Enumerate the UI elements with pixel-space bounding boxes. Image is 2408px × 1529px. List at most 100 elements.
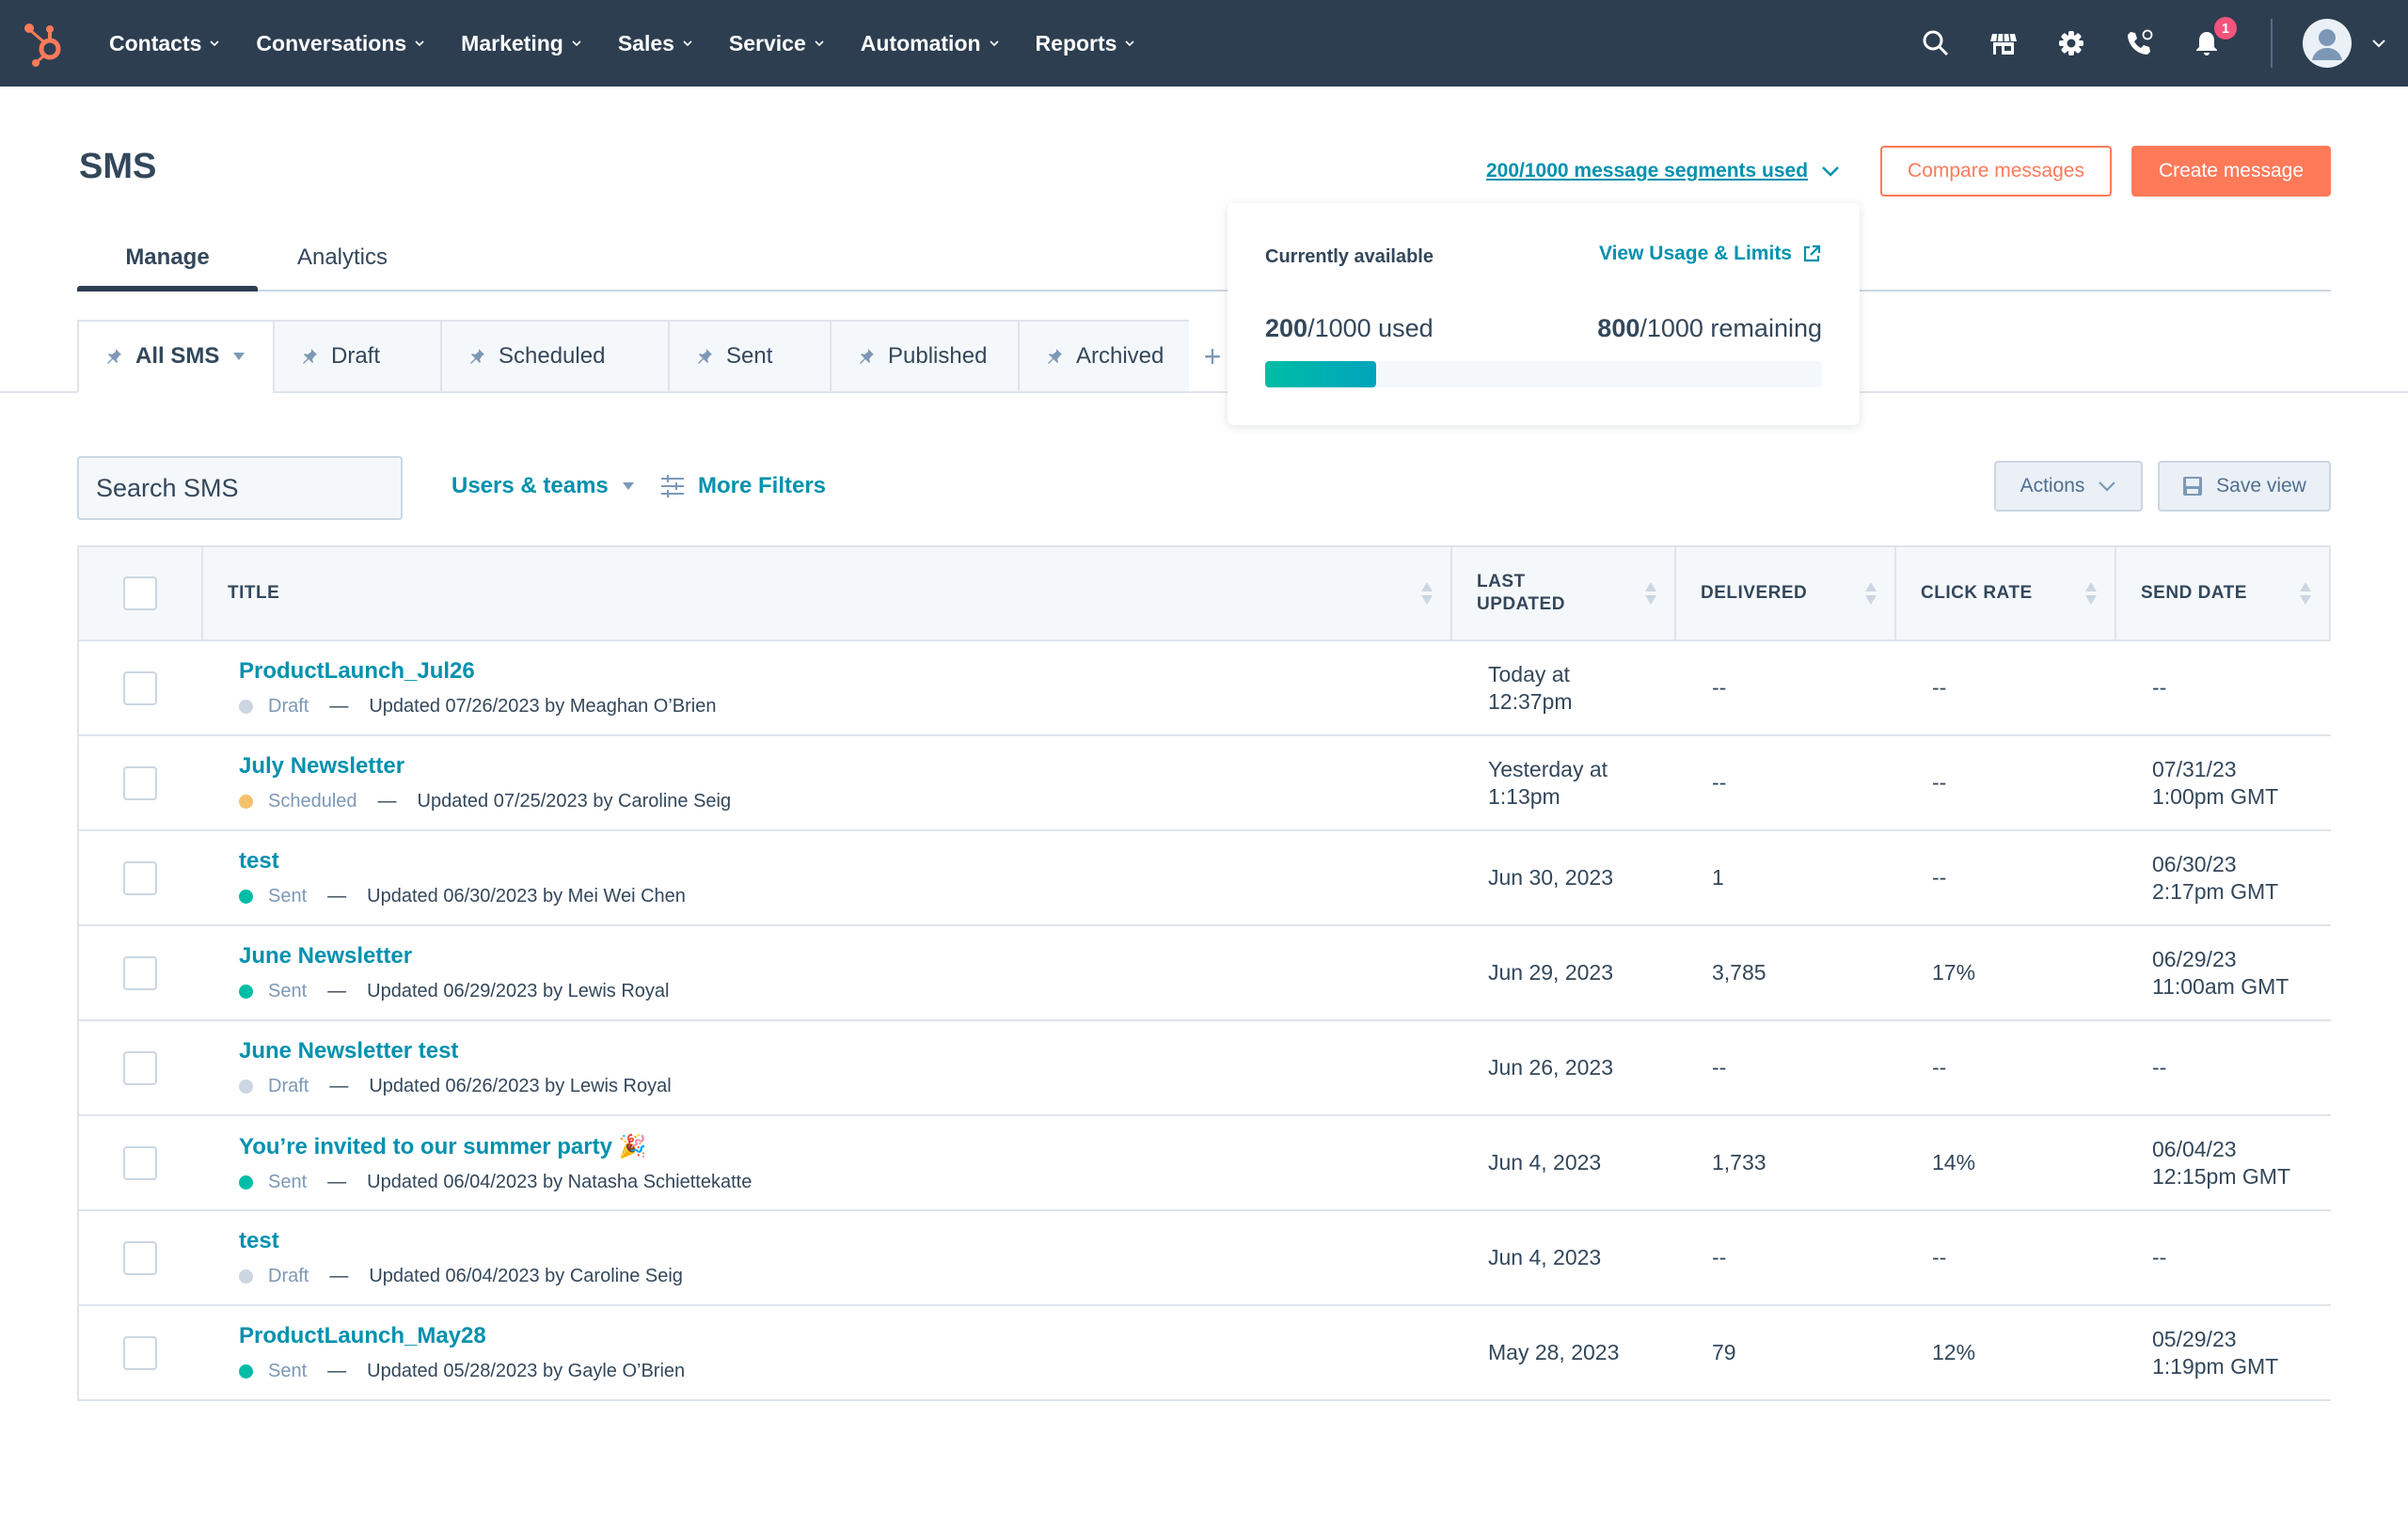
sms-title-link[interactable]: June Newsletter — [239, 943, 412, 969]
updated-by-text: Updated 06/30/2023 by Mei Wei Chen — [367, 886, 686, 906]
table-row: You’re invited to our summer party 🎉 Sent… — [77, 1116, 2331, 1211]
nav-item-label: Contacts — [109, 30, 202, 55]
sms-title-link[interactable]: July Newsletter — [239, 753, 404, 780]
delivered-cell: -- — [1712, 675, 1727, 700]
chevron-down-icon — [210, 40, 219, 47]
view-usage-limits-link[interactable]: View Usage & Limits — [1599, 243, 1822, 265]
view-tab-sent[interactable]: Sent — [668, 320, 830, 393]
search-icon[interactable] — [1919, 26, 1953, 60]
column-header-delivered[interactable]: DELIVERED — [1676, 547, 1896, 639]
row-checkbox[interactable] — [123, 1145, 157, 1180]
delivered-cell: 1 — [1712, 865, 1724, 890]
last-updated-cell: Jun 4, 2023 — [1450, 1116, 1674, 1209]
updated-by-text: Updated 06/29/2023 by Lewis Royal — [367, 981, 670, 1001]
title-cell: ProductLaunch_May28 Sent — Updated 05/28/20… — [201, 1306, 1450, 1399]
row-select-cell — [79, 1116, 201, 1209]
click-rate-cell: 17% — [1932, 960, 1976, 985]
send-date-value: -- — [2152, 675, 2167, 700]
pin-icon — [107, 349, 121, 364]
tab-analytics[interactable]: Analytics — [258, 226, 427, 290]
row-checkbox[interactable] — [123, 1050, 157, 1085]
sms-title-link[interactable]: test — [239, 1228, 279, 1254]
page-title: SMS — [79, 147, 157, 186]
nav-item-service[interactable]: Service — [729, 31, 825, 56]
row-meta: Draft — Updated 07/26/2023 by Meaghan O’Br… — [239, 696, 717, 717]
notifications-icon[interactable]: 1 — [2190, 15, 2239, 60]
click-rate-cell: -- — [1932, 1055, 1947, 1080]
sms-title-link[interactable]: ProductLaunch_May28 — [239, 1323, 486, 1349]
table-header: TITLE LAST UPDATED DELIVERED CLICK RATE … — [77, 545, 2331, 641]
sms-title-link[interactable]: You’re invited to our summer party 🎉 — [239, 1133, 647, 1160]
status-dot-icon — [239, 1174, 253, 1190]
create-message-button[interactable]: Create message — [2131, 146, 2331, 197]
view-tab-label: Draft — [331, 343, 381, 369]
send-date-value: 07/31/23 1:00pm GMT — [2152, 756, 2279, 809]
separator: — — [377, 791, 397, 812]
sms-title-link[interactable]: June Newsletter test — [239, 1038, 458, 1064]
chevron-down-icon — [2099, 481, 2116, 492]
hubspot-logo-icon[interactable] — [21, 19, 68, 68]
last-updated-value: Today at 12:37pm — [1488, 661, 1573, 714]
user-avatar[interactable] — [2303, 19, 2352, 68]
table-row: test Draft — Updated 06/04/2023 by Caroline… — [77, 1211, 2331, 1306]
row-checkbox[interactable] — [123, 765, 157, 800]
account-menu-chevron-icon[interactable] — [2370, 38, 2387, 49]
column-header-label: CLICK RATE — [1921, 583, 2033, 603]
nav-item-marketing[interactable]: Marketing — [461, 31, 582, 56]
row-meta: Sent — Updated 06/29/2023 by Lewis Royal — [239, 981, 669, 1002]
nav-item-conversations[interactable]: Conversations — [256, 31, 425, 56]
sms-title-link[interactable]: test — [239, 848, 279, 875]
actions-dropdown-button[interactable]: Actions — [1994, 461, 2143, 512]
status-dot-icon — [239, 890, 253, 904]
title-cell: June Newsletter Sent — Updated 06/29/2023 b… — [201, 926, 1450, 1019]
updated-by-text: Updated 05/28/2023 by Gayle O’Brien — [367, 1361, 686, 1381]
send-date-cell: -- — [2115, 641, 2331, 734]
nav-item-automation[interactable]: Automation — [861, 31, 1000, 56]
column-header-label: LAST UPDATED — [1477, 572, 1565, 614]
title-cell: July Newsletter Scheduled — Updated 07/25/2… — [201, 736, 1450, 829]
column-header-title[interactable]: TITLE — [203, 547, 1452, 639]
chevron-down-icon — [1125, 40, 1135, 47]
chevron-down-icon — [1822, 166, 1839, 177]
row-checkbox[interactable] — [123, 670, 157, 705]
message-segments-usage-toggle[interactable]: 200/1000 message segments used — [1486, 160, 1840, 182]
tab-manage[interactable]: Manage — [77, 226, 258, 292]
row-meta: Draft — Updated 06/04/2023 by Caroline Sei… — [239, 1266, 683, 1287]
view-tab-published[interactable]: Published — [830, 320, 1018, 393]
send-date-cell: 06/04/23 12:15pm GMT — [2115, 1116, 2331, 1209]
select-all-checkbox[interactable] — [123, 576, 157, 610]
view-tab-all-sms[interactable]: All SMS — [77, 320, 273, 393]
nav-item-reports[interactable]: Reports — [1036, 31, 1136, 56]
pin-icon — [698, 349, 712, 364]
last-updated-cell: May 28, 2023 — [1450, 1306, 1674, 1399]
search-input[interactable] — [96, 473, 429, 503]
table-row: ProductLaunch_Jul26 Draft — Updated 07/26/2… — [77, 641, 2331, 736]
column-header-send-date[interactable]: SEND DATE — [2116, 547, 2329, 639]
view-tab-scheduled[interactable]: Scheduled — [440, 320, 668, 393]
compare-messages-button[interactable]: Compare messages — [1880, 146, 2112, 197]
external-link-icon — [1803, 244, 1821, 262]
nav-item-contacts[interactable]: Contacts — [109, 31, 220, 56]
row-checkbox[interactable] — [123, 860, 157, 895]
view-tab-draft[interactable]: Draft — [273, 320, 440, 393]
row-checkbox[interactable] — [123, 955, 157, 990]
click-rate-cell: -- — [1932, 770, 1947, 795]
sms-title-link[interactable]: ProductLaunch_Jul26 — [239, 658, 475, 685]
save-view-button[interactable]: Save view — [2158, 461, 2331, 512]
delivered-cell: -- — [1712, 1055, 1727, 1080]
row-checkbox[interactable] — [123, 1335, 157, 1370]
more-filters-button[interactable]: More Filters — [660, 473, 826, 499]
chevron-down-icon — [572, 40, 581, 47]
marketplace-icon[interactable] — [1987, 26, 2020, 60]
nav-item-label: Reports — [1035, 30, 1117, 55]
calling-icon[interactable] — [2122, 26, 2156, 60]
send-date-cell: 05/29/23 1:19pm GMT — [2115, 1306, 2331, 1399]
column-header-last-updated[interactable]: LAST UPDATED — [1452, 547, 1676, 639]
row-checkbox[interactable] — [123, 1240, 157, 1275]
users-teams-filter[interactable]: Users & teams — [452, 473, 635, 499]
nav-item-sales[interactable]: Sales — [618, 31, 693, 56]
column-header-click-rate[interactable]: CLICK RATE — [1896, 547, 2116, 639]
view-tab-archived[interactable]: Archived — [1018, 320, 1189, 393]
last-updated-cell: Jun 4, 2023 — [1450, 1211, 1674, 1304]
settings-icon[interactable] — [2054, 26, 2088, 60]
